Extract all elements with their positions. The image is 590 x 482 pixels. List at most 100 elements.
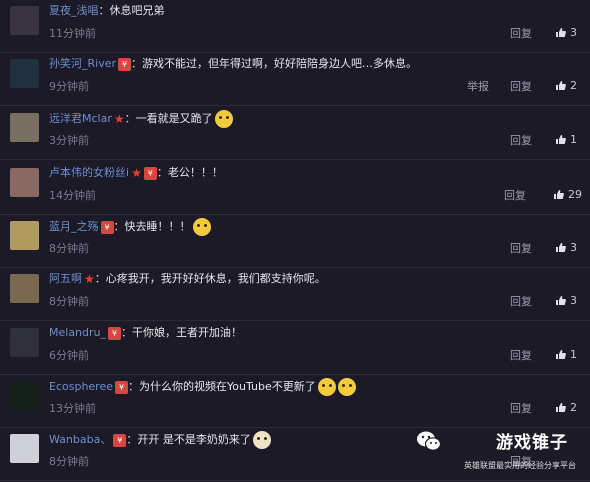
red-envelope-badge-icon: ¥	[100, 220, 114, 234]
comment-line: Wanbaba、 ¥：开开 是不是李奶奶来了	[49, 431, 271, 449]
watermark-subtitle: 英雄联盟最实用的经验分享平台	[464, 461, 576, 470]
cry-emoji-icon	[337, 378, 356, 396]
username-link[interactable]: 卢本伟的女粉丝i	[49, 165, 129, 181]
red-envelope-badge-icon: ¥	[115, 380, 128, 394]
like-button[interactable]: 1	[555, 133, 577, 146]
avatar[interactable]	[10, 221, 39, 250]
separator: ：	[94, 272, 106, 285]
thumbs-up-icon	[555, 349, 566, 360]
timestamp: 9分钟前	[49, 80, 89, 93]
like-button[interactable]: 3	[555, 26, 577, 39]
comment-row: 孙笑河_River ¥：游戏不能过，但年得过啊，好好陪陪身边人吧…多休息。 9分钟前…	[0, 53, 590, 106]
username-link[interactable]: Ecospheree	[49, 379, 113, 395]
thumbs-up-icon	[555, 402, 566, 413]
doge-emoji-icon	[214, 110, 233, 128]
face-emoji-icon	[192, 218, 211, 236]
like-button[interactable]: 2	[555, 401, 577, 414]
thumbs-up-icon	[555, 27, 566, 38]
comment-line: 孙笑河_River ¥：游戏不能过，但年得过啊，好好陪陪身边人吧…多休息。	[49, 56, 417, 72]
timestamp: 8分钟前	[49, 242, 89, 255]
reply-button[interactable]: 回复	[510, 78, 532, 94]
comment-row: 阿五啊 ★：心疼我开，我开好好休息，我们都支持你呢。 8分钟前 回复 3	[0, 268, 590, 321]
username-link[interactable]: 远洋君Mclar	[49, 111, 112, 127]
star-icon: ★	[84, 272, 95, 286]
avatar[interactable]	[10, 274, 39, 303]
timestamp: 6分钟前	[49, 349, 89, 362]
username-link[interactable]: 孙笑河_River	[49, 56, 116, 72]
comment-row: 蓝月_之殇 ¥：快去睡！！！ 8分钟前 回复 3	[0, 215, 590, 268]
timestamp: 3分钟前	[49, 134, 89, 147]
username-link[interactable]: Melandru_	[49, 325, 106, 341]
timestamp: 11分钟前	[49, 27, 96, 40]
watermark-name: 游戏锥子	[496, 433, 568, 453]
reply-button[interactable]: 回复	[504, 187, 526, 203]
username-link[interactable]: 夏夜_浅唱	[49, 3, 99, 19]
timestamp: 8分钟前	[49, 295, 89, 308]
like-count: 3	[570, 241, 577, 254]
star-icon: ★	[131, 166, 142, 180]
comment-line: 阿五啊 ★：心疼我开，我开好好休息，我们都支持你呢。	[49, 271, 326, 287]
avatar[interactable]	[10, 113, 39, 142]
comment-row: 卢本伟的女粉丝i ★ ¥：老公！！！ 14分钟前 回复 29	[0, 162, 590, 215]
comment-line: Melandru_ ¥：干你娘，王者开加油！	[49, 325, 242, 341]
comment-text: 游戏不能过，但年得过啊，好好陪陪身边人吧…多休息。	[142, 57, 417, 70]
thumbs-up-icon	[555, 242, 566, 253]
like-button[interactable]: 29	[553, 188, 582, 201]
like-count: 2	[570, 401, 577, 414]
comment-line: 远洋君Mclar ★：一看就是又跪了	[49, 110, 233, 128]
comment-text: 为什么你的视频在YouTube不更新了	[139, 380, 316, 393]
thumbs-up-icon	[555, 80, 566, 91]
separator: ：	[156, 166, 168, 179]
report-button[interactable]: 举报	[467, 78, 489, 94]
avatar[interactable]	[10, 6, 39, 35]
separator: ：	[121, 326, 133, 339]
username-link[interactable]: 阿五啊	[49, 271, 82, 287]
reply-button[interactable]: 回复	[510, 132, 532, 148]
username-link[interactable]: 蓝月_之殇	[49, 219, 99, 235]
red-envelope-badge-icon: ¥	[113, 433, 127, 447]
comment-line: Ecospheree ¥：为什么你的视频在YouTube不更新了	[49, 378, 356, 396]
like-count: 1	[570, 133, 577, 146]
reply-button[interactable]: 回复	[510, 25, 532, 41]
separator: ：	[113, 220, 125, 233]
like-count: 29	[568, 188, 582, 201]
reply-button[interactable]: 回复	[510, 400, 532, 416]
comment-row: 夏夜_浅唱：休息吧兄弟 11分钟前 回复 3	[0, 0, 590, 53]
separator: ：	[131, 57, 142, 70]
avatar[interactable]	[10, 328, 39, 357]
separator: ：	[124, 112, 136, 125]
comment-text: 休息吧兄弟	[109, 4, 165, 17]
avatar[interactable]	[10, 381, 39, 410]
comment-text: 老公！！！	[167, 166, 223, 179]
like-count: 3	[570, 26, 577, 39]
timestamp: 14分钟前	[49, 189, 96, 202]
like-button[interactable]: 1	[555, 348, 577, 361]
username-link[interactable]: Wanbaba、	[49, 432, 111, 448]
timestamp: 8分钟前	[49, 455, 89, 468]
watermark: 游戏锥子 英雄联盟最实用的经验分享平台	[416, 422, 576, 482]
thumbs-up-icon	[553, 189, 564, 200]
comment-row: Melandru_ ¥：干你娘，王者开加油！ 6分钟前 回复 1	[0, 322, 590, 375]
reply-button[interactable]: 回复	[510, 347, 532, 363]
separator: ：	[128, 380, 139, 393]
comment-text: 心疼我开，我开好好休息，我们都支持你呢。	[105, 272, 326, 285]
comment-row: 远洋君Mclar ★：一看就是又跪了 3分钟前 回复 1	[0, 107, 590, 160]
reply-button[interactable]: 回复	[510, 240, 532, 256]
like-button[interactable]: 3	[555, 294, 577, 307]
comment-line: 卢本伟的女粉丝i ★ ¥：老公！！！	[49, 165, 223, 181]
comment-text: 快去睡！！！	[124, 220, 191, 233]
avatar[interactable]	[10, 59, 39, 88]
separator: ：	[126, 433, 138, 446]
like-button[interactable]: 3	[555, 241, 577, 254]
like-count: 2	[570, 79, 577, 92]
red-envelope-badge-icon: ¥	[118, 57, 131, 71]
reply-button[interactable]: 回复	[510, 293, 532, 309]
avatar[interactable]	[10, 434, 39, 463]
comment-text: 开开 是不是李奶奶来了	[137, 433, 251, 446]
avatar[interactable]	[10, 168, 39, 197]
like-count: 3	[570, 294, 577, 307]
like-button[interactable]: 2	[555, 79, 577, 92]
thumbs-up-icon	[555, 295, 566, 306]
comment-text: 一看就是又跪了	[135, 112, 213, 125]
red-envelope-badge-icon: ¥	[108, 326, 122, 340]
